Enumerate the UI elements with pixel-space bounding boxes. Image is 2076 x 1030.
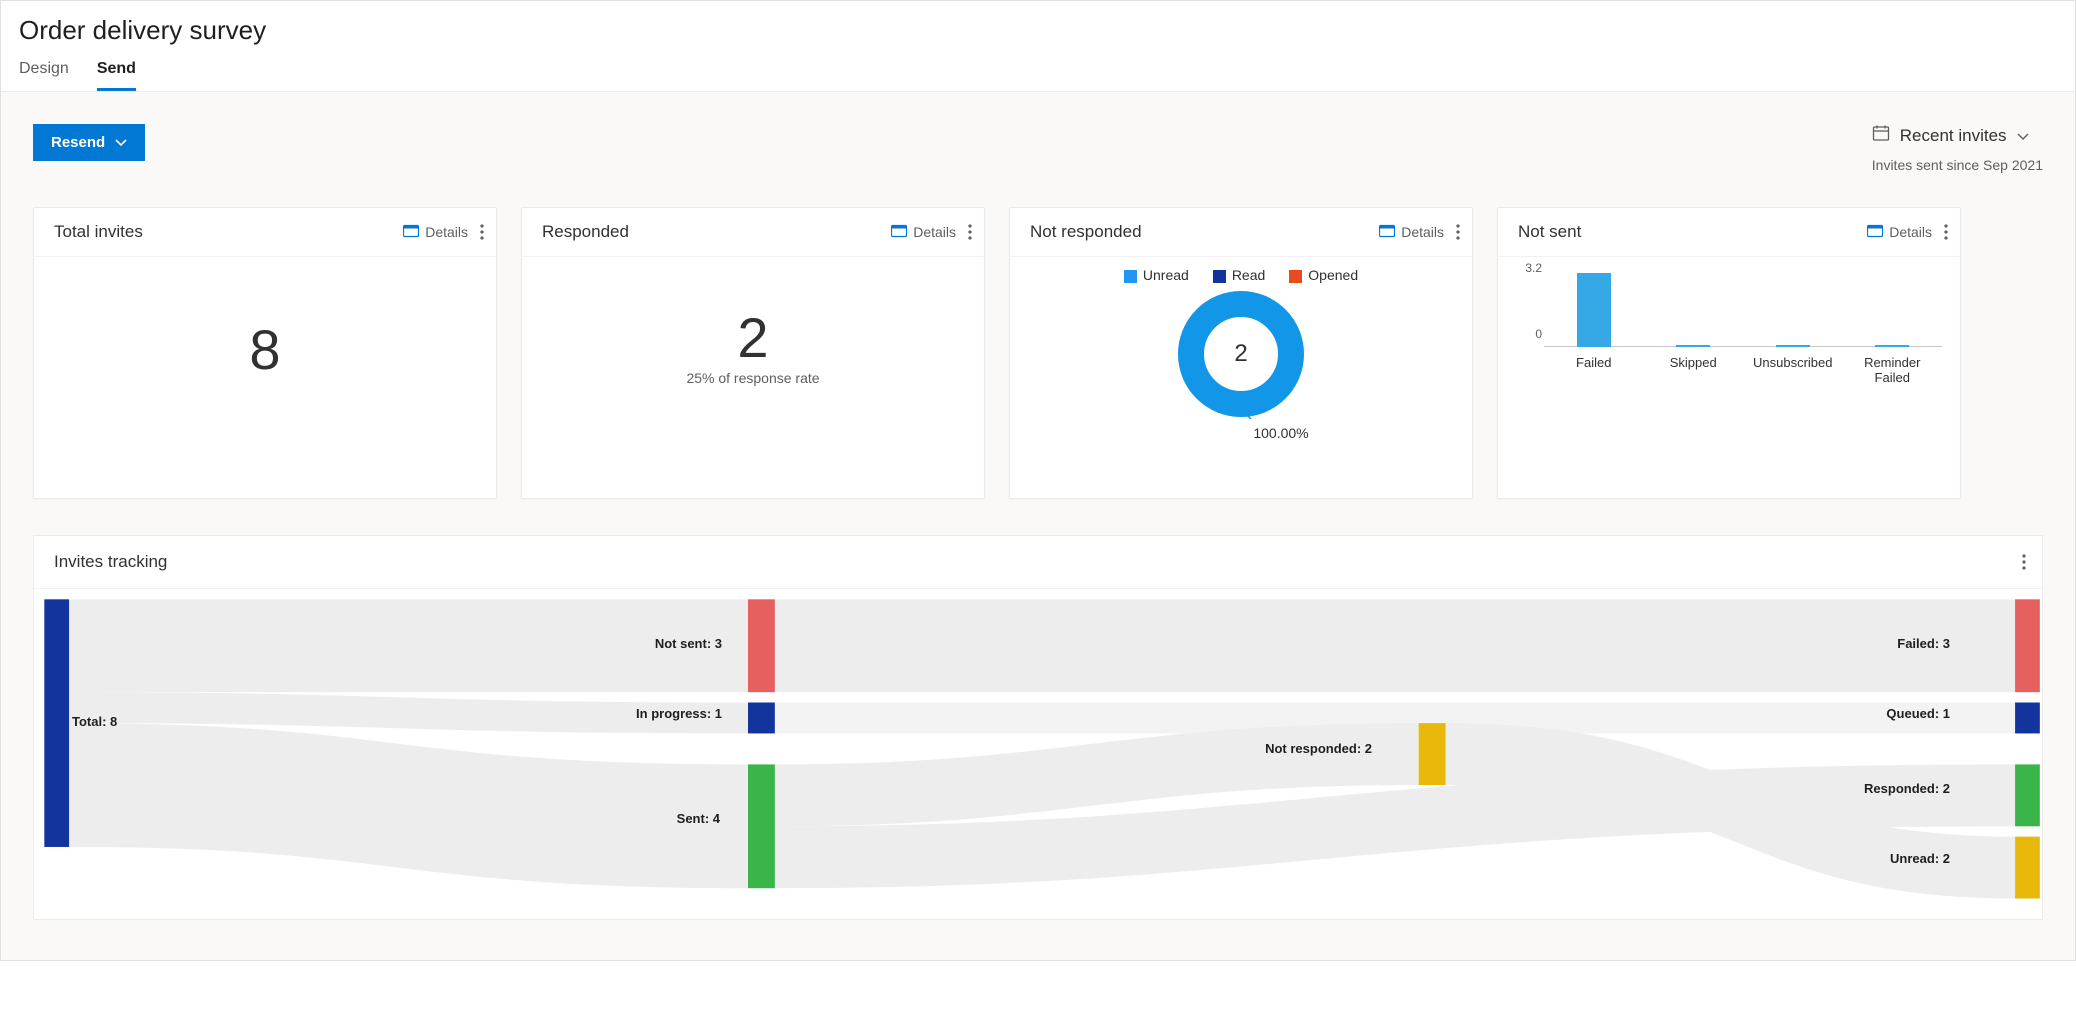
sankey-label-total: Total: 8 [72, 714, 117, 729]
sankey-label-queued: Queued: 1 [1866, 706, 1950, 721]
details-label: Details [1889, 224, 1932, 240]
card-title: Total invites [54, 222, 143, 242]
ytick: 0 [1535, 327, 1542, 341]
details-link[interactable]: Details [403, 224, 468, 241]
card-title: Not responded [1030, 222, 1142, 242]
sankey-label-responded: Responded: 2 [1840, 781, 1950, 796]
responded-caption: 25% of response rate [522, 370, 984, 386]
sankey-chart: Total: 8 Not sent: 3 In progress: 1 Sent… [34, 589, 2042, 919]
details-label: Details [1401, 224, 1444, 240]
card-title: Responded [542, 222, 629, 242]
recent-invites-dropdown[interactable]: Recent invites [1872, 124, 2043, 147]
bar-label: Failed [1554, 355, 1634, 385]
bar-label: Reminder Failed [1852, 355, 1932, 385]
sankey-label-unread: Unread: 2 [1870, 851, 1950, 866]
tabs: Design Send [1, 46, 2075, 92]
sankey-label-in-progress: In progress: 1 [610, 706, 722, 721]
not-sent-barchart: 3.2 0 Failed Skipped [1498, 257, 1960, 389]
popout-icon [1379, 224, 1395, 241]
details-label: Details [425, 224, 468, 240]
details-link[interactable]: Details [1867, 224, 1932, 241]
more-icon[interactable] [1456, 224, 1460, 240]
page-title: Order delivery survey [19, 15, 2057, 46]
tab-send[interactable]: Send [97, 60, 136, 91]
card-title: Invites tracking [54, 552, 167, 572]
legend-read: Read [1232, 267, 1265, 283]
sankey-label-failed: Failed: 3 [1870, 636, 1950, 651]
donut-center-value: 2 [1176, 289, 1306, 419]
bar-label: Unsubscribed [1753, 355, 1833, 385]
donut-legend: Unread Read Opened [1124, 267, 1358, 283]
card-total-invites: Total invites Details 8 [33, 207, 497, 499]
total-invites-value: 8 [34, 317, 496, 382]
chevron-down-icon [115, 134, 127, 151]
calendar-icon [1872, 124, 1890, 147]
tab-design[interactable]: Design [19, 60, 69, 91]
donut-percent: 100.00% [1253, 425, 1308, 441]
legend-opened: Opened [1308, 267, 1358, 283]
invites-since-label: Invites sent since Sep 2021 [1872, 157, 2043, 173]
details-label: Details [913, 224, 956, 240]
responded-value: 2 [522, 305, 984, 370]
more-icon[interactable] [968, 224, 972, 240]
legend-unread: Unread [1143, 267, 1189, 283]
details-link[interactable]: Details [891, 224, 956, 241]
details-link[interactable]: Details [1379, 224, 1444, 241]
chevron-down-icon [2017, 126, 2029, 146]
ytick: 3.2 [1525, 261, 1542, 275]
resend-button[interactable]: Resend [33, 124, 145, 161]
more-icon[interactable] [480, 224, 484, 240]
card-responded: Responded Details 2 25% of response rate [521, 207, 985, 499]
more-icon[interactable] [1944, 224, 1948, 240]
bar-label: Skipped [1653, 355, 1733, 385]
card-not-responded: Not responded Details Unread Read Opened [1009, 207, 1473, 499]
resend-label: Resend [51, 134, 105, 151]
sankey-label-not-responded: Not responded: 2 [1238, 741, 1372, 756]
card-title: Not sent [1518, 222, 1581, 242]
more-icon[interactable] [2022, 554, 2026, 570]
popout-icon [1867, 224, 1883, 241]
popout-icon [891, 224, 907, 241]
popout-icon [403, 224, 419, 241]
recent-invites-label: Recent invites [1900, 126, 2007, 146]
sankey-label-sent: Sent: 4 [658, 811, 720, 826]
card-invites-tracking: Invites tracking [33, 535, 2043, 920]
card-not-sent: Not sent Details 3.2 0 [1497, 207, 1961, 499]
sankey-label-not-sent: Not sent: 3 [624, 636, 722, 651]
donut-chart: 2 [1176, 289, 1306, 419]
